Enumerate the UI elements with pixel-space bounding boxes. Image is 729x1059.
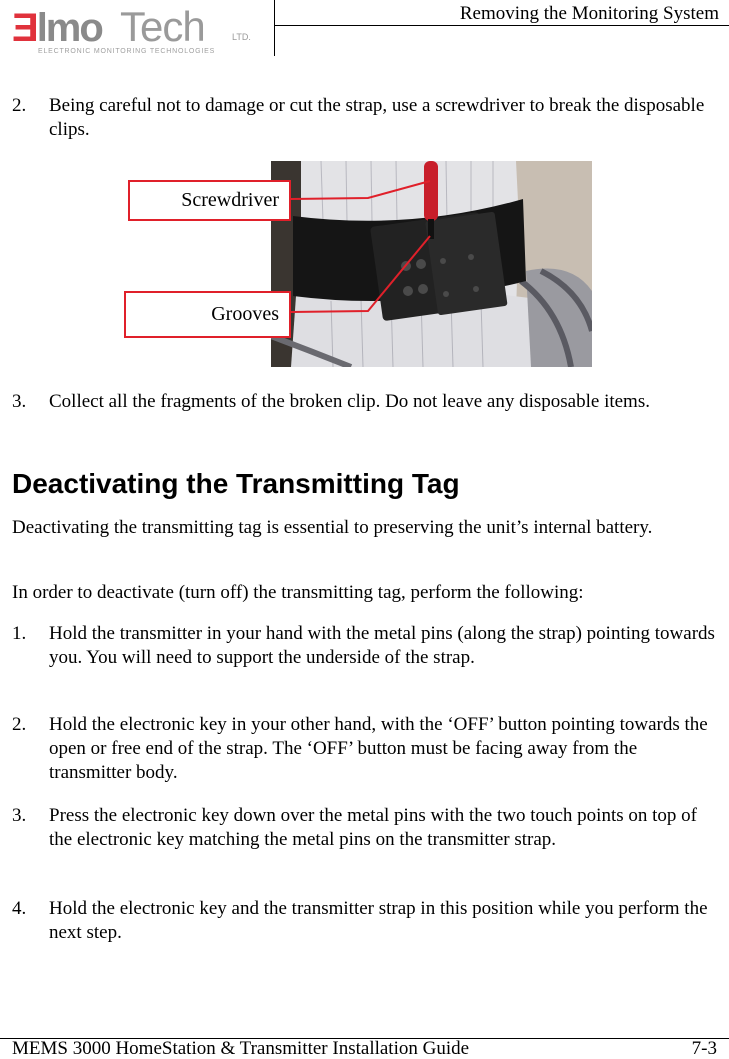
step-text: Hold the electronic key and the transmit… (49, 898, 708, 943)
deactivation-step-4: 4. Hold the electronic key and the trans… (12, 897, 717, 945)
step-number: 2. (12, 95, 27, 116)
company-logo: Ǝlmo Tech LTD. ELECTRONIC MONITORING TEC… (8, 6, 263, 56)
step-number: 2. (12, 714, 27, 735)
step-text: Collect all the fragments of the broken … (49, 391, 650, 412)
step-number: 4. (12, 898, 27, 919)
logo-ltd: LTD. (232, 32, 251, 42)
callout-grooves: Grooves (124, 291, 291, 338)
step-text: Hold the electronic key in your other ha… (49, 714, 708, 783)
header-divider-horizontal (274, 25, 729, 26)
logo-mark-lmo: lmo (36, 6, 104, 50)
footer-page-number: 7-3 (691, 1038, 717, 1059)
logo-mark-e: Ǝ (12, 6, 39, 50)
step-number: 3. (12, 391, 27, 412)
step-number: 1. (12, 623, 27, 644)
section-lead-in: In order to deactivate (turn off) the tr… (12, 582, 584, 603)
deactivation-step-2: 2. Hold the electronic key in your other… (12, 713, 717, 785)
step-number: 3. (12, 805, 27, 826)
logo-tech: Tech (120, 3, 206, 50)
logo-mark: Ǝlmo (12, 6, 104, 50)
step-text: Press the electronic key down over the m… (49, 805, 697, 850)
removal-step-2: 2. Being careful not to damage or cut th… (12, 94, 717, 142)
running-header-title: Removing the Monitoring System (459, 3, 719, 24)
header-divider-vertical (274, 0, 275, 56)
section-heading: Deactivating the Transmitting Tag (12, 468, 460, 499)
deactivation-step-1: 1. Hold the transmitter in your hand wit… (12, 622, 717, 670)
removal-step-3: 3. Collect all the fragments of the brok… (12, 390, 717, 414)
section-intro: Deactivating the transmitting tag is ess… (12, 517, 653, 538)
strap-figure: Screwdriver Grooves (124, 161, 594, 367)
photo-illustration (271, 161, 592, 367)
step-text: Being careful not to damage or cut the s… (49, 95, 705, 140)
deactivation-step-3: 3. Press the electronic key down over th… (12, 804, 717, 852)
footer-document-title: MEMS 3000 HomeStation & Transmitter Inst… (12, 1038, 470, 1059)
ankle-strap-photo (271, 161, 592, 367)
callout-screwdriver: Screwdriver (128, 180, 291, 221)
logo-tagline: ELECTRONIC MONITORING TECHNOLOGIES (38, 48, 216, 55)
step-text: Hold the transmitter in your hand with t… (49, 623, 715, 668)
